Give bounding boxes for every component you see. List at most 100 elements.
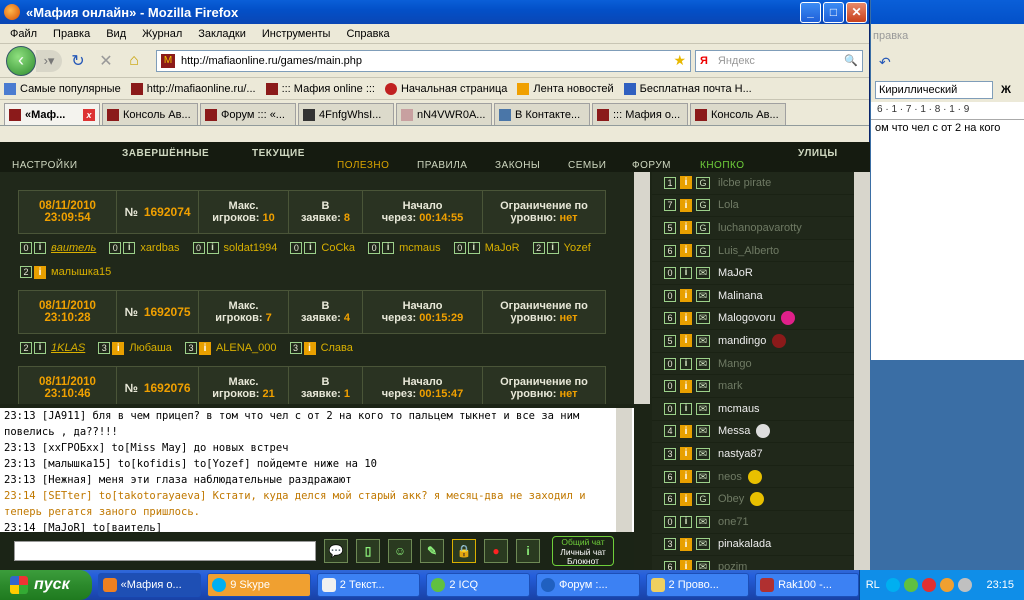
nav-rules[interactable]: ПРАВИЛА xyxy=(417,160,467,171)
menu-edit[interactable]: Правка xyxy=(45,28,98,40)
close-button[interactable]: ✕ xyxy=(846,1,867,23)
info-icon[interactable]: i xyxy=(680,334,692,348)
menu-view[interactable]: Вид xyxy=(98,28,134,40)
info-icon[interactable]: i xyxy=(112,341,125,355)
player-row[interactable]: 5 i Gluchanopavarotty xyxy=(652,217,870,240)
nav-useful[interactable]: ПОЛЕЗНО xyxy=(337,160,389,171)
player-name[interactable]: Слава xyxy=(321,336,353,360)
info-icon[interactable]: i xyxy=(680,244,692,258)
eraser-icon[interactable]: ✎ xyxy=(420,539,444,563)
info-icon[interactable]: i xyxy=(34,242,46,254)
home-icon[interactable]: ⌂ xyxy=(122,49,146,73)
start-button[interactable]: пуск xyxy=(0,570,92,600)
icq-tray-icon[interactable] xyxy=(903,578,918,592)
minimize-button[interactable]: _ xyxy=(800,1,821,23)
tab-mafia[interactable]: «Маф... x xyxy=(4,103,100,125)
nav-laws[interactable]: ЗАКОНЫ xyxy=(495,160,540,171)
player-name[interactable]: Yozef xyxy=(564,236,591,260)
taskbar-rak[interactable]: Rak100 -... xyxy=(755,573,859,597)
search-icon[interactable]: 🔍 xyxy=(844,54,858,67)
player-name[interactable]: CoCka xyxy=(321,236,355,260)
bookmark-item[interactable]: http://mafiaonline.ru/... xyxy=(130,82,256,95)
player-name[interactable]: soldat1994 xyxy=(224,236,278,260)
guild-icon[interactable]: G xyxy=(696,176,710,189)
player-name[interactable]: Obey xyxy=(718,493,744,505)
url-bar[interactable]: M http://mafiaonline.ru/games/main.php ★ xyxy=(156,49,691,72)
reload-icon[interactable]: ↻ xyxy=(66,49,90,73)
undo-icon[interactable]: ↶ xyxy=(871,46,1024,78)
player-name[interactable]: neos xyxy=(718,471,742,483)
player-row[interactable]: 0i one71 xyxy=(652,511,870,534)
back-button[interactable]: ‹ xyxy=(6,45,36,76)
info-icon[interactable]: i xyxy=(680,492,692,506)
taskbar-firefox[interactable]: «Мафия о... xyxy=(97,573,202,597)
envelope-icon[interactable] xyxy=(696,402,710,415)
word-menu[interactable]: правка xyxy=(871,24,1024,46)
maximize-button[interactable]: □ xyxy=(823,1,844,23)
players-scrollbar[interactable] xyxy=(854,172,870,570)
player-name[interactable]: Mango xyxy=(718,358,752,370)
player-row[interactable]: 4i Messa xyxy=(652,421,870,444)
player-row[interactable]: 3i nastya87 xyxy=(652,443,870,466)
nav-streets[interactable]: УЛИЦЫ xyxy=(798,148,838,159)
player-row[interactable]: 6i neos xyxy=(652,466,870,489)
player-name[interactable]: ALENA_000 xyxy=(216,336,277,360)
info-icon[interactable]: i xyxy=(680,379,692,393)
lock-icon[interactable]: 🔒 xyxy=(452,539,476,563)
charset-select[interactable]: Кириллический xyxy=(875,81,993,99)
info-icon[interactable]: i xyxy=(304,242,317,254)
info-icon[interactable]: i xyxy=(198,341,211,355)
game-info-row[interactable]: 08/11/2010 23:10:46 № 1692076 Макс. игроков… xyxy=(18,366,606,404)
envelope-icon[interactable] xyxy=(696,357,710,370)
player-name[interactable]: pozim xyxy=(718,561,747,570)
tray-icon[interactable] xyxy=(939,578,954,592)
player-entry[interactable]: 3 i ALENA_000 xyxy=(184,336,277,360)
player-name[interactable]: MaJoR xyxy=(718,267,753,279)
player-name[interactable]: Luis_Alberto xyxy=(718,245,779,257)
search-box[interactable]: Я Яндекс 🔍 xyxy=(695,49,863,72)
chat-input[interactable] xyxy=(14,541,316,561)
tab-image1[interactable]: 4FnfgWhsI... xyxy=(298,103,394,125)
player-name[interactable]: Messa xyxy=(718,425,750,437)
info-icon[interactable]: i xyxy=(680,447,692,461)
info-icon[interactable]: i xyxy=(680,176,692,190)
info-button[interactable]: i xyxy=(516,539,540,563)
language-indicator[interactable]: RL xyxy=(866,579,880,591)
info-icon[interactable]: i xyxy=(546,242,559,254)
info-icon[interactable]: i xyxy=(680,221,692,235)
menu-bookmarks[interactable]: Закладки xyxy=(190,28,254,40)
speech-bubble-icon[interactable]: 💬 xyxy=(324,539,348,563)
taskbar-text[interactable]: 2 Текст... xyxy=(316,573,421,597)
player-name[interactable]: Lola xyxy=(718,199,739,211)
player-entry[interactable]: 0 i mcmaus xyxy=(368,236,441,260)
taskbar-icq[interactable]: 2 ICQ xyxy=(426,573,530,597)
phone-icon[interactable]: ▯ xyxy=(356,539,380,563)
player-row[interactable]: 0i mcmaus xyxy=(652,398,870,421)
info-icon[interactable]: i xyxy=(467,242,480,254)
player-row[interactable]: 0i Mango xyxy=(652,353,870,376)
taskbar-forum[interactable]: Форум :... xyxy=(535,573,640,597)
stop-icon[interactable]: ✕ xyxy=(94,49,118,73)
smiley-icon[interactable]: ☺ xyxy=(388,539,412,563)
player-name[interactable]: Malogovoru xyxy=(718,312,775,324)
info-icon[interactable]: i xyxy=(34,265,46,279)
player-name[interactable]: малышка15 xyxy=(51,260,111,284)
taskbar-skype[interactable]: 9 Skype xyxy=(207,573,311,597)
envelope-icon[interactable] xyxy=(696,538,710,551)
tab-image2[interactable]: nN4VWR0A... xyxy=(396,103,492,125)
info-icon[interactable]: i xyxy=(680,198,692,212)
nav-finished[interactable]: ЗАВЕРШЁННЫЕ xyxy=(122,148,209,159)
info-icon[interactable]: i xyxy=(303,341,316,355)
player-name[interactable]: pinakalada xyxy=(718,538,771,550)
chat-mode-selector[interactable]: Общий чат Личный чат Блокнот xyxy=(552,536,614,566)
info-icon[interactable]: i xyxy=(680,560,692,570)
player-name[interactable]: mcmaus xyxy=(718,403,760,415)
envelope-icon[interactable] xyxy=(696,515,710,528)
tab-forum[interactable]: Форум ::: «... xyxy=(200,103,296,125)
chat-mode-notepad[interactable]: Блокнот xyxy=(553,556,613,567)
games-scrollbar[interactable] xyxy=(634,172,650,404)
guild-icon[interactable]: G xyxy=(696,199,710,212)
game-info-row[interactable]: 08/11/2010 23:09:54 № 1692074 Макс. игроков… xyxy=(18,190,606,234)
info-icon[interactable]: i xyxy=(680,267,692,280)
player-entry[interactable]: 0 i MaJoR xyxy=(453,236,520,260)
